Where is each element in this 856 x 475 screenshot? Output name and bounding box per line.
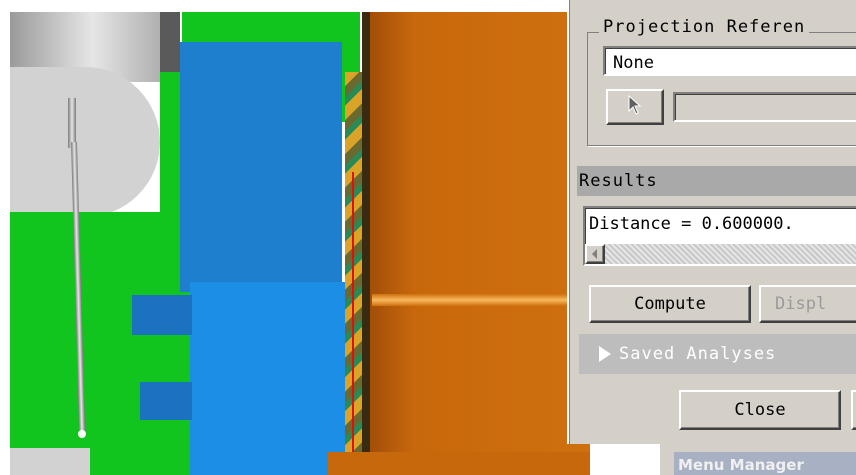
orange-part	[370, 12, 590, 475]
silver-rod-top	[68, 98, 76, 148]
close-button[interactable]: Close	[679, 390, 841, 430]
blue-block-lower	[190, 282, 350, 475]
display-button[interactable]: Displ	[759, 285, 856, 323]
orange-highlight	[372, 294, 590, 306]
cad-viewport[interactable]	[10, 12, 590, 475]
distance-value: Distance = 0.600000.	[589, 214, 794, 234]
bottom-gray-strip	[10, 448, 90, 475]
scroll-left-arrow-icon	[591, 244, 599, 264]
pick-reference-button[interactable]	[606, 89, 664, 125]
blue-tab-1	[132, 295, 192, 335]
orange-bottom-ledge	[328, 452, 590, 475]
cursor-arrow-icon	[627, 94, 643, 120]
rod-tip-dot	[78, 430, 86, 438]
red-edge-line	[352, 172, 354, 475]
dark-gray-column	[160, 12, 180, 72]
green-lower-left	[10, 212, 190, 475]
gray-base-block	[10, 67, 160, 217]
saved-analyses-label: Saved Analyses	[619, 344, 777, 364]
scroll-left-button[interactable]	[585, 244, 605, 264]
results-header: Results	[577, 166, 856, 196]
measure-analysis-dialog: Projection Referen None Results Distance…	[567, 0, 856, 444]
expand-triangle-icon	[599, 346, 611, 362]
compute-button[interactable]: Compute	[589, 285, 751, 323]
results-output: Distance = 0.600000.	[583, 206, 856, 266]
projection-reference-field[interactable]: None	[603, 46, 856, 76]
results-horizontal-scrollbar[interactable]	[585, 244, 856, 264]
blue-block-upper	[180, 42, 342, 292]
menu-manager-window: Menu Manager	[660, 444, 856, 475]
pick-reference-field[interactable]	[673, 92, 856, 122]
blue-tab-2	[140, 382, 192, 420]
green-top-strip	[182, 12, 360, 46]
saved-analyses-expander[interactable]: Saved Analyses	[579, 334, 856, 374]
menu-manager-title[interactable]: Menu Manager	[674, 452, 856, 475]
projection-reference-label: Projection Referen	[599, 17, 810, 37]
partially-visible-button[interactable]	[851, 390, 856, 430]
screen: Projection Referen None Results Distance…	[0, 0, 856, 475]
